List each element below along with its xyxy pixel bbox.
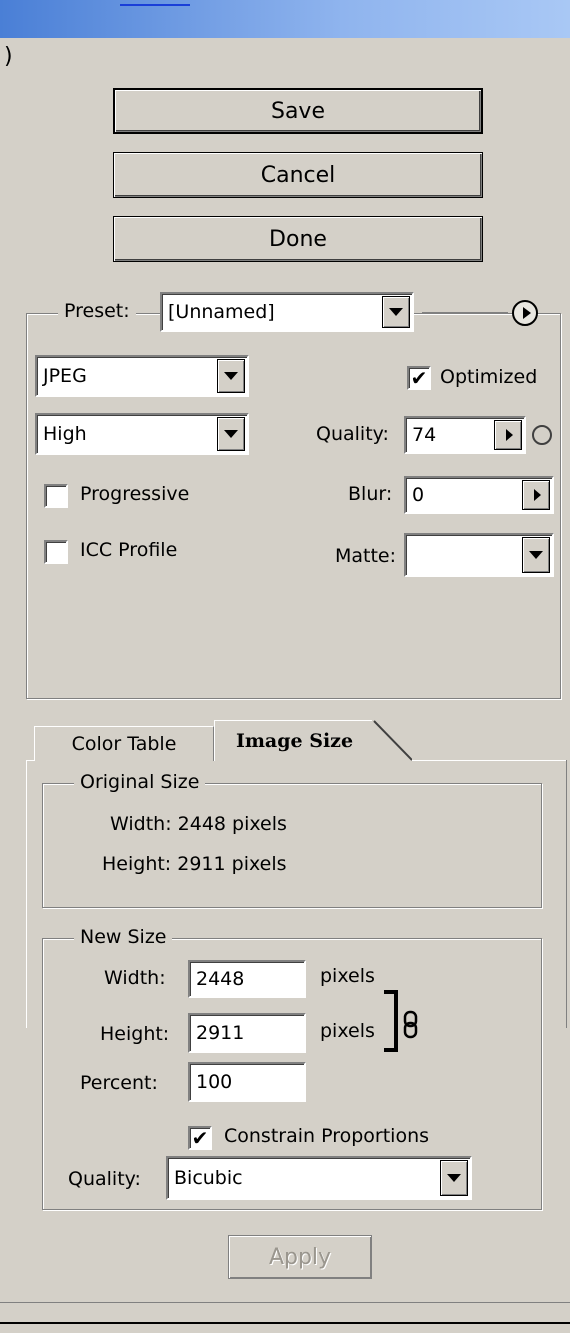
progressive-checkbox[interactable] [44,484,68,508]
original-size-legend: Original Size [74,771,206,793]
tab-panel-right-edge [566,760,567,1028]
apply-button[interactable]: Apply [228,1235,372,1279]
quality-field[interactable]: 74 [404,416,526,454]
droplet-icon[interactable] [532,425,552,445]
chevron-down-icon[interactable] [522,537,550,573]
height-unit-label: pixels [320,1020,375,1042]
width-unit-label: pixels [320,965,375,987]
blur-label: Blur: [348,483,393,505]
bottom-table-strip [0,1322,570,1333]
format-value: JPEG [43,365,87,387]
window-title-bar [0,0,570,38]
blur-field[interactable]: 0 [404,476,554,514]
done-button[interactable]: Done [113,216,483,262]
matte-dropdown[interactable] [404,533,554,577]
percent-input[interactable]: 100 [188,1062,306,1102]
tab-image-size[interactable]: Image Size [214,720,374,761]
icc-profile-checkbox[interactable] [44,540,68,564]
resample-quality-label: Quality: [68,1168,141,1190]
quality-preset-value: High [43,423,87,445]
progressive-label: Progressive [80,483,190,505]
original-width: Width: 2448 pixels [110,813,287,835]
bottom-separator [0,1302,570,1303]
slider-arrow-icon[interactable] [522,480,550,510]
constrain-proportions-checkbox[interactable]: ✔ [188,1126,212,1150]
tab-slant-edge [372,720,412,762]
percent-label: Percent: [80,1072,158,1094]
resample-quality-dropdown[interactable]: Bicubic [166,1156,472,1200]
matte-label: Matte: [335,545,397,567]
chevron-down-icon[interactable] [440,1160,468,1196]
left-edge-mark: ) [4,44,13,69]
original-size-group [42,783,542,908]
quality-label: Quality: [316,423,389,445]
new-width-input[interactable]: 2448 [188,960,306,998]
tab-color-table[interactable]: Color Table [34,726,214,761]
proportion-link-bracket [384,990,398,1052]
chevron-down-icon[interactable] [217,359,245,393]
slider-arrow-icon[interactable] [494,420,522,450]
blur-value: 0 [412,484,425,506]
preset-label: Preset: [58,300,136,322]
constrain-proportions-label: Constrain Proportions [224,1125,430,1147]
preset-dropdown[interactable]: [Unnamed] [160,292,414,332]
preset-value: [Unnamed] [168,301,275,323]
optimized-label: Optimized [440,366,538,388]
flyout-menu-icon[interactable] [512,300,538,326]
new-size-legend: New Size [74,926,173,948]
new-height-label: Height: [100,1023,170,1045]
format-dropdown[interactable]: JPEG [35,355,249,397]
resample-quality-value: Bicubic [174,1167,243,1189]
optimized-checkbox[interactable]: ✔ [407,366,431,390]
cancel-button[interactable]: Cancel [113,152,483,198]
tab-panel-left-edge [26,760,27,1028]
link-chain-icon [403,1010,418,1039]
save-button[interactable]: Save [113,88,483,134]
new-height-input[interactable]: 2911 [188,1013,306,1053]
icc-profile-label: ICC Profile [80,539,178,561]
original-height: Height: 2911 pixels [102,853,287,875]
quality-value: 74 [412,424,437,446]
chevron-down-icon[interactable] [217,417,245,451]
chevron-down-icon[interactable] [382,296,410,328]
group-top-line [422,312,508,313]
title-link-fragment [120,0,190,6]
new-width-label: Width: [104,967,166,989]
quality-preset-dropdown[interactable]: High [35,413,249,455]
